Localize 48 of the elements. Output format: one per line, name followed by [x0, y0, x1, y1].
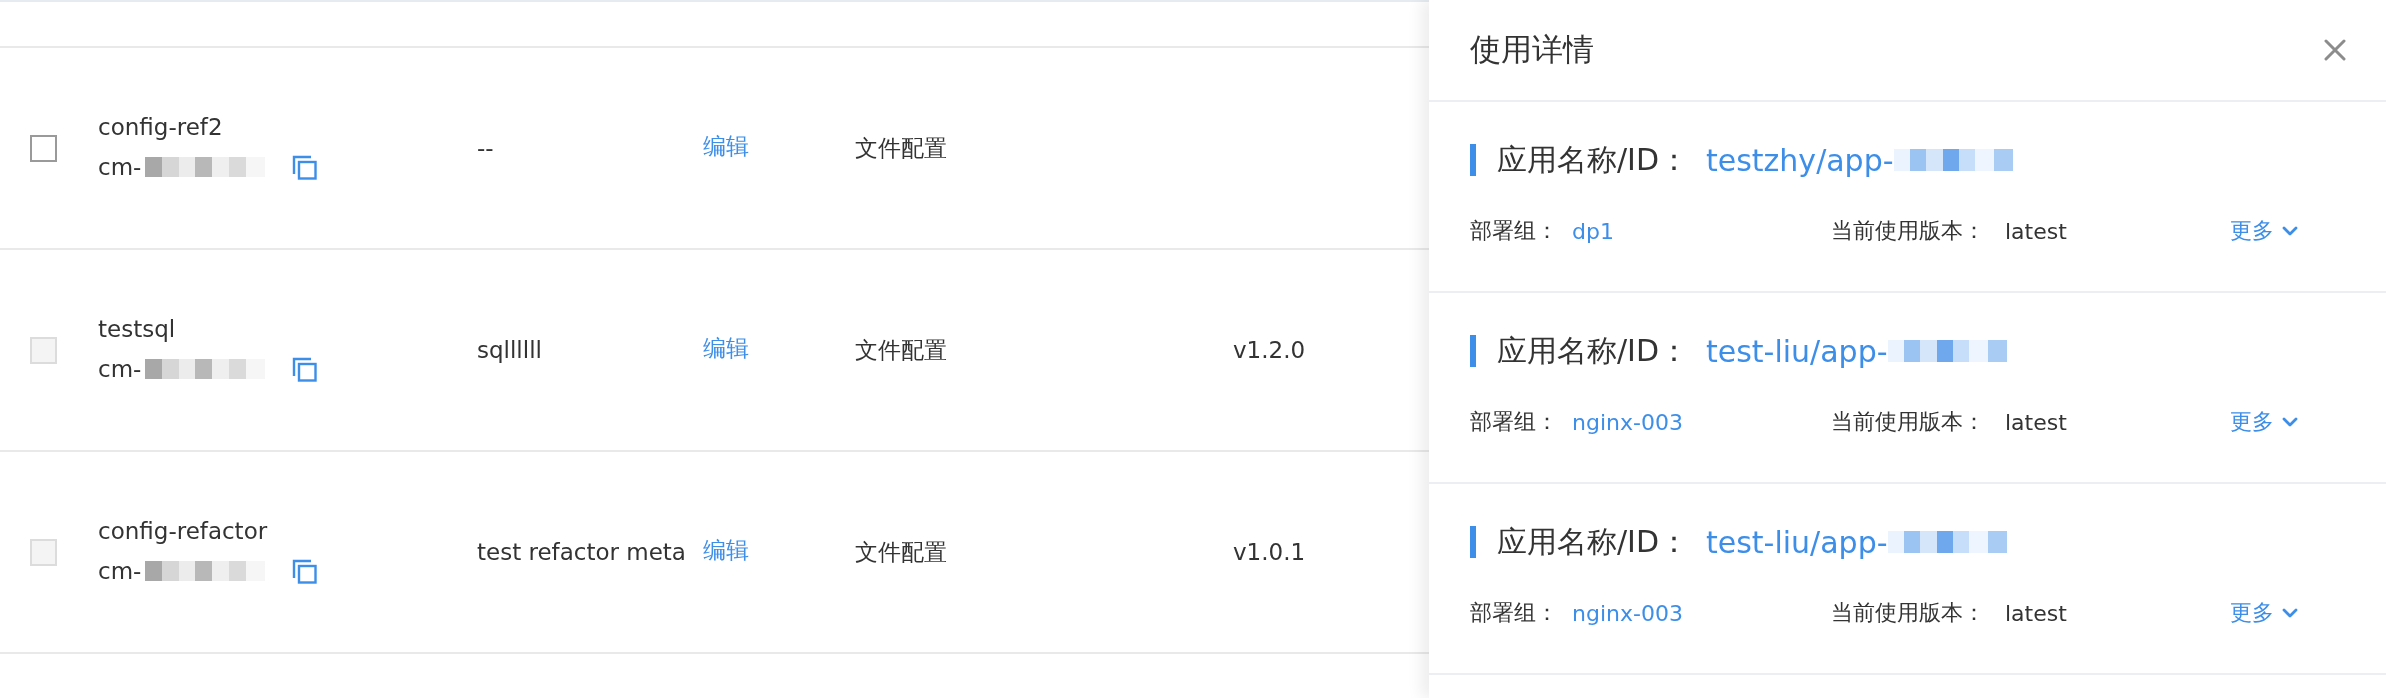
config-id: cm- — [98, 154, 142, 180]
config-type-text: 文件配置 — [855, 134, 947, 161]
version-label: 当前使用版本： — [1831, 408, 1985, 436]
group-label: 部署组： — [1470, 599, 1558, 627]
version-label: 当前使用版本： — [1831, 599, 1985, 627]
more-button[interactable]: 更多 — [2230, 407, 2298, 437]
version-value: latest — [2005, 600, 2067, 626]
group-link[interactable]: nginx-003 — [1572, 409, 1683, 435]
group-label: 部署组： — [1470, 217, 1558, 245]
close-icon[interactable] — [2324, 39, 2346, 61]
app-label: 应用名称/ID： — [1497, 331, 1690, 370]
config-name: config-ref2 — [98, 113, 223, 142]
copy-icon[interactable] — [292, 558, 318, 584]
chevron-down-icon — [2282, 226, 2298, 236]
config-type-text: 文件配置 — [855, 336, 947, 363]
chevron-down-icon — [2282, 608, 2298, 618]
marker-bar-icon — [1470, 526, 1476, 558]
version-value: latest — [2005, 218, 2067, 244]
version-text: v1.2.0 — [1233, 337, 1306, 363]
edit-link[interactable]: 编辑 — [703, 132, 749, 159]
app-label: 应用名称/ID： — [1497, 140, 1690, 179]
app-link[interactable]: test-liu/app- — [1706, 333, 1888, 369]
config-type-text: 文件配置 — [855, 538, 947, 565]
copy-icon[interactable] — [292, 154, 318, 180]
description-text: -- — [477, 135, 494, 161]
drawer-title: 使用详情 — [1470, 30, 1594, 69]
version-text: v1.0.1 — [1233, 539, 1306, 565]
app-label: 应用名称/ID： — [1497, 522, 1690, 561]
marker-bar-icon — [1470, 144, 1476, 176]
group-link[interactable]: nginx-003 — [1572, 600, 1683, 626]
description-text: sqllllll — [477, 337, 542, 363]
config-id: cm- — [98, 558, 142, 584]
more-button[interactable]: 更多 — [2230, 598, 2298, 628]
description-text: test refactor meta — [477, 539, 686, 565]
config-id: cm- — [98, 356, 142, 382]
version-value: latest — [2005, 409, 2067, 435]
copy-icon[interactable] — [292, 356, 318, 382]
group-link[interactable]: dp1 — [1572, 218, 1614, 244]
marker-bar-icon — [1470, 335, 1476, 367]
group-label: 部署组： — [1470, 408, 1558, 436]
config-name: config-refactor — [98, 517, 268, 546]
app-link[interactable]: testzhy/app- — [1706, 142, 1894, 178]
app-link[interactable]: test-liu/app- — [1706, 524, 1888, 560]
more-button[interactable]: 更多 — [2230, 216, 2298, 246]
row-checkbox[interactable] — [30, 134, 57, 162]
chevron-down-icon — [2282, 417, 2298, 427]
config-name: testsql — [98, 315, 176, 344]
version-label: 当前使用版本： — [1831, 217, 1985, 245]
